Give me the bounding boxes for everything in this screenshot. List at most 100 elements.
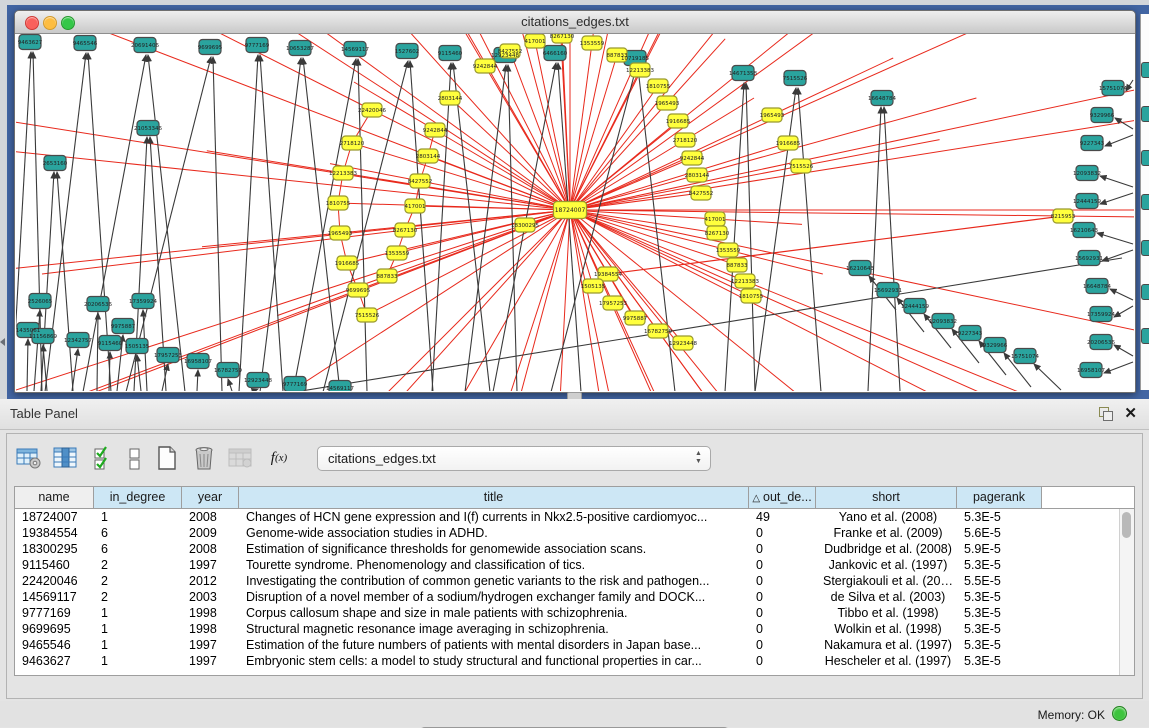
graph-node[interactable] xyxy=(1141,62,1149,78)
column-header-name[interactable]: name xyxy=(15,487,94,508)
column-header-pagerank[interactable]: pagerank xyxy=(957,487,1042,508)
graph-node-label: 1353559 xyxy=(716,248,741,254)
graph-node-label: 1353559 xyxy=(580,41,605,47)
table-row[interactable]: 1938455462009Genome-wide association stu… xyxy=(15,525,1134,541)
table-row[interactable]: 2242004622012Investigating the contribut… xyxy=(15,573,1134,589)
graph-node-label: 2803144 xyxy=(438,96,463,102)
cell-pagerank: 5.3E-5 xyxy=(957,637,1042,653)
cell-title: Structural magnetic resonance image aver… xyxy=(239,621,749,637)
graph-node-label: 9699695 xyxy=(346,288,371,294)
column-header-in_degree[interactable]: in_degree xyxy=(94,487,182,508)
column-header-out_de[interactable]: △out_de... xyxy=(749,487,816,508)
float-panel-icon[interactable] xyxy=(1099,407,1113,420)
new-table-icon[interactable] xyxy=(153,443,181,473)
graph-node-label: 15692931 xyxy=(1075,256,1103,262)
table-row[interactable]: 946554611997Estimation of the future num… xyxy=(15,637,1134,653)
table-row[interactable]: 1872400712008Changes of HCN gene express… xyxy=(15,509,1134,525)
table-settings-icon[interactable] xyxy=(15,443,43,473)
scrollbar-thumb[interactable] xyxy=(1122,512,1131,538)
graph-node-label: 12444159 xyxy=(901,304,929,310)
dropdown-stepper-icon: ▲▼ xyxy=(693,450,704,466)
cell-year: 1997 xyxy=(182,653,239,669)
graph-node-label: 2718120 xyxy=(673,138,698,144)
graph-node-label: 417001 xyxy=(705,217,726,223)
column-header-filler xyxy=(1042,487,1134,508)
memory-status-label: Memory: OK xyxy=(1038,708,1105,722)
graph-node-label: 2803144 xyxy=(685,173,710,179)
network-canvas[interactable]: 9463627946554620691406969969597771691065… xyxy=(16,34,1134,391)
cell-out_de: 0 xyxy=(749,557,816,573)
unselect-all-icon[interactable] xyxy=(126,443,144,473)
cell-name: 19384554 xyxy=(15,525,94,541)
graph-edge xyxy=(715,219,802,224)
cell-in_degree: 1 xyxy=(94,509,182,525)
graph-node-label: 17359924 xyxy=(1087,312,1115,318)
select-all-icon[interactable] xyxy=(89,443,117,473)
table-panel-title: Table Panel xyxy=(10,406,78,421)
graph-edge xyxy=(260,55,283,391)
graph-edge xyxy=(27,339,28,391)
graph-node-label: 20206536 xyxy=(1087,340,1115,346)
graph-node-label: 17957253 xyxy=(154,353,182,359)
graph-edge xyxy=(570,210,1134,391)
delete-table-icon[interactable] xyxy=(190,443,218,473)
graph-node-label: 18724007 xyxy=(555,207,586,214)
graph-node-label: 1505135 xyxy=(581,284,606,290)
table-panel-titlebar[interactable]: Table Panel ✕ xyxy=(0,399,1149,430)
cell-pagerank: 5.3E-5 xyxy=(957,509,1042,525)
cell-title: Estimation of significance thresholds fo… xyxy=(239,541,749,557)
background-window-sliver xyxy=(1140,14,1149,390)
memory-ok-indicator[interactable] xyxy=(1112,706,1127,721)
table-row[interactable]: 1830029562008Estimation of significance … xyxy=(15,541,1134,557)
table-row[interactable]: 969969511998Structural magnetic resonanc… xyxy=(15,621,1134,637)
table-row[interactable]: 911546021997Tourette syndrome. Phenomeno… xyxy=(15,557,1134,573)
table-panel-body: f(x) citations_edges.txt ▲▼ namein_degre… xyxy=(6,433,1143,699)
graph-node-label: 9115460 xyxy=(438,51,463,57)
delete-column-icon[interactable] xyxy=(227,443,255,473)
graph-edge xyxy=(570,34,757,210)
graph-edge xyxy=(43,345,47,391)
graph-node[interactable] xyxy=(1141,240,1149,256)
table-body: 1872400712008Changes of HCN gene express… xyxy=(15,509,1134,669)
graph-node-label: 22420046 xyxy=(358,108,386,114)
close-panel-icon[interactable]: ✕ xyxy=(1124,404,1137,422)
cell-short: Hescheler et al. (1997) xyxy=(816,653,957,669)
graph-node-label: 18300295 xyxy=(511,223,539,229)
table-row[interactable]: 946362711997Embryonic stem cells: a mode… xyxy=(15,653,1134,669)
function-builder-icon[interactable]: f(x) xyxy=(264,443,294,473)
graph-edge xyxy=(228,379,232,391)
column-header-year[interactable]: year xyxy=(182,487,239,508)
graph-edge xyxy=(1104,362,1133,373)
table-row[interactable]: 977716911998Corpus callosum shape and si… xyxy=(15,605,1134,621)
cell-in_degree: 2 xyxy=(94,573,182,589)
cell-year: 2008 xyxy=(182,509,239,525)
graph-node[interactable] xyxy=(1141,106,1149,122)
graph-node[interactable] xyxy=(1141,284,1149,300)
graph-node-label: 8267130 xyxy=(550,34,575,40)
column-header-title[interactable]: title xyxy=(239,487,749,508)
cell-name: 9463627 xyxy=(15,653,94,669)
graph-edge xyxy=(1100,176,1133,187)
graph-node-label: 1965493 xyxy=(760,113,785,119)
network-window-titlebar[interactable]: citations_edges.txt xyxy=(15,11,1135,34)
table-row[interactable]: 1456911722003Disruption of a novel membe… xyxy=(15,589,1134,605)
table-selector-dropdown[interactable]: citations_edges.txt ▲▼ xyxy=(317,446,711,471)
vertical-scrollbar[interactable] xyxy=(1119,509,1134,675)
cell-name: 18300295 xyxy=(15,541,94,557)
column-header-short[interactable]: short xyxy=(816,487,957,508)
cell-in_degree: 6 xyxy=(94,541,182,557)
graph-node-label: 16648784 xyxy=(1083,284,1111,290)
graph-node-label: 14569117 xyxy=(326,386,354,391)
network-window[interactable]: citations_edges.txt 94636279465546206914… xyxy=(14,10,1136,393)
graph-edge xyxy=(57,172,73,391)
graph-edge xyxy=(1097,233,1133,244)
graph-node[interactable] xyxy=(1141,194,1149,210)
network-graph[interactable]: 9463627946554620691406969969597771691065… xyxy=(16,34,1134,391)
graph-node[interactable] xyxy=(1141,328,1149,344)
graph-node-label: 8215953 xyxy=(1051,214,1076,220)
graph-node-label: 9463627 xyxy=(18,40,43,46)
collapse-panel-arrow-icon[interactable] xyxy=(0,338,5,346)
show-column-icon[interactable] xyxy=(52,443,80,473)
graph-node-label: 9242844 xyxy=(423,128,448,134)
graph-node[interactable] xyxy=(1141,150,1149,166)
